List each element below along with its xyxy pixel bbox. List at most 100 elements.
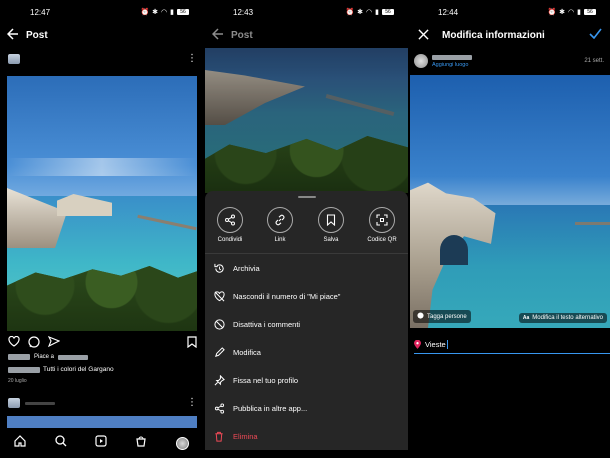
save-label: Salva — [323, 237, 339, 243]
bluetooth-icon: ✱ — [559, 9, 566, 16]
add-location-link[interactable]: Aggiungi luogo — [432, 62, 472, 68]
post-view-panel: 12:47 ⏰ ✱ ◠ ▮ 56 Post ⋮ Piace a Tutti i … — [0, 0, 203, 458]
liker-names — [58, 354, 89, 360]
next-post-username[interactable] — [25, 401, 55, 405]
qr-code-label: Codice QR — [367, 237, 397, 243]
share-network-icon — [213, 402, 225, 414]
alt-text-label: Modifica il testo alternativo — [532, 315, 603, 321]
top-bar: Post — [0, 24, 203, 46]
search-icon[interactable] — [54, 434, 67, 452]
back-arrow-icon[interactable] — [205, 27, 231, 43]
menu-item-hide-likes[interactable]: Nascondi il numero di "Mi piace" — [213, 288, 400, 304]
bluetooth-icon: ✱ — [357, 9, 364, 16]
qr-code-button[interactable]: Codice QR — [362, 207, 402, 243]
battery-icon: 56 — [177, 9, 189, 15]
likes-row: Piace a — [8, 354, 89, 360]
menu-item-edit[interactable]: Modifica — [213, 344, 400, 360]
signal-icon: ▮ — [170, 9, 174, 16]
menu-item-disable-comments[interactable]: Disattiva i commenti — [213, 316, 400, 332]
alarm-icon: ⏰ — [140, 9, 150, 16]
menu-item-archive[interactable]: Archivia — [213, 260, 400, 276]
person-icon — [417, 312, 424, 321]
post-photo: Tagga persone Aa Modifica il testo alter… — [410, 75, 610, 328]
save-button[interactable]: Salva — [311, 207, 351, 243]
edit-alt-text-button[interactable]: Aa Modifica il testo alternativo — [518, 313, 607, 323]
menu-item-label: Nascondi il numero di "Mi piace" — [233, 291, 341, 301]
avatar — [414, 54, 428, 68]
status-icons: ⏰ ✱ ◠ ▮ 56 — [345, 8, 394, 16]
menu-item-pin[interactable]: Fissa nel tuo profilo — [213, 372, 400, 388]
trash-icon — [213, 431, 225, 442]
divider — [205, 253, 408, 254]
menu-item-label: Disattiva i commenti — [233, 319, 301, 329]
caption-text: Tutti i colori del Gargano — [43, 366, 114, 373]
bookmark-icon[interactable] — [187, 336, 197, 348]
profile-avatar[interactable] — [175, 436, 189, 450]
share-icon — [217, 207, 243, 233]
photo-arch-opening — [440, 235, 468, 265]
caption-username[interactable] — [8, 366, 40, 373]
menu-item-delete[interactable]: Elimina — [213, 428, 400, 444]
share-button[interactable]: Condividi — [210, 207, 250, 243]
avatar[interactable] — [8, 398, 20, 408]
post-photo[interactable] — [7, 76, 197, 331]
location-field[interactable]: Vieste — [414, 336, 610, 354]
link-label: Link — [274, 237, 286, 243]
menu-item-label: Archivia — [233, 263, 260, 273]
pin-icon — [213, 374, 225, 386]
alarm-icon: ⏰ — [547, 9, 557, 16]
caption-row: Tutti i colori del Gargano — [8, 366, 114, 373]
link-button[interactable]: Link — [260, 207, 300, 243]
battery-icon: 56 — [382, 9, 394, 15]
status-icons: ⏰ ✱ ◠ ▮ 56 — [140, 8, 189, 16]
photo-trees — [205, 136, 408, 193]
home-icon[interactable] — [14, 434, 26, 452]
photo-pier — [325, 94, 395, 116]
comments-off-icon — [213, 318, 225, 330]
text-cursor — [446, 340, 448, 349]
reels-icon[interactable] — [95, 434, 107, 452]
post-date: 21 sett. — [584, 58, 604, 64]
menu-item-label: Pubblica in altre app... — [233, 403, 308, 413]
menu-item-label: Modifica — [233, 347, 261, 357]
likes-text[interactable]: Piace a — [34, 354, 54, 360]
options-bottom-sheet: Condividi Link Salva Codice QR Archivia … — [205, 191, 408, 450]
more-options-icon[interactable]: ⋮ — [187, 398, 197, 408]
share-label: Condividi — [217, 237, 243, 243]
status-icons: ⏰ ✱ ◠ ▮ 56 — [547, 8, 596, 16]
location-pin-icon — [414, 336, 421, 354]
photo-trees — [7, 266, 197, 331]
sheet-handle[interactable] — [297, 196, 316, 198]
archive-icon — [213, 263, 225, 274]
battery-icon: 56 — [584, 9, 596, 15]
comment-icon[interactable] — [28, 336, 40, 348]
next-post-header: ⋮ — [8, 398, 197, 408]
liker-avatars — [8, 354, 30, 360]
top-bar-dimmed: Post — [205, 24, 408, 46]
page-title: Post — [231, 29, 253, 41]
link-icon — [267, 207, 293, 233]
next-post-photo[interactable] — [7, 416, 197, 428]
tag-people-label: Tagga persone — [427, 313, 467, 320]
heart-icon[interactable] — [8, 336, 20, 348]
hide-likes-icon — [213, 290, 225, 302]
more-options-icon[interactable]: ⋮ — [187, 54, 197, 64]
close-icon[interactable] — [410, 27, 436, 43]
wifi-icon: ◠ — [366, 9, 373, 16]
photo-cloud — [7, 158, 197, 176]
menu-item-label: Fissa nel tuo profilo — [233, 375, 299, 385]
shop-icon[interactable] — [135, 434, 147, 452]
send-icon[interactable] — [48, 336, 60, 348]
tag-people-button[interactable]: Tagga persone — [413, 310, 471, 323]
qr-code-icon — [369, 207, 395, 233]
photo-pier — [575, 222, 610, 225]
menu-item-share-other-apps[interactable]: Pubblica in altre app... — [213, 400, 400, 416]
confirm-check-icon[interactable] — [589, 26, 602, 44]
back-arrow-icon[interactable] — [0, 27, 26, 43]
status-bar: 12:44 ⏰ ✱ ◠ ▮ 56 — [410, 0, 610, 24]
avatar[interactable] — [8, 54, 20, 64]
top-bar: Modifica informazioni — [410, 24, 610, 46]
status-time: 12:47 — [30, 7, 51, 17]
signal-icon: ▮ — [375, 9, 379, 16]
wifi-icon: ◠ — [568, 9, 575, 16]
